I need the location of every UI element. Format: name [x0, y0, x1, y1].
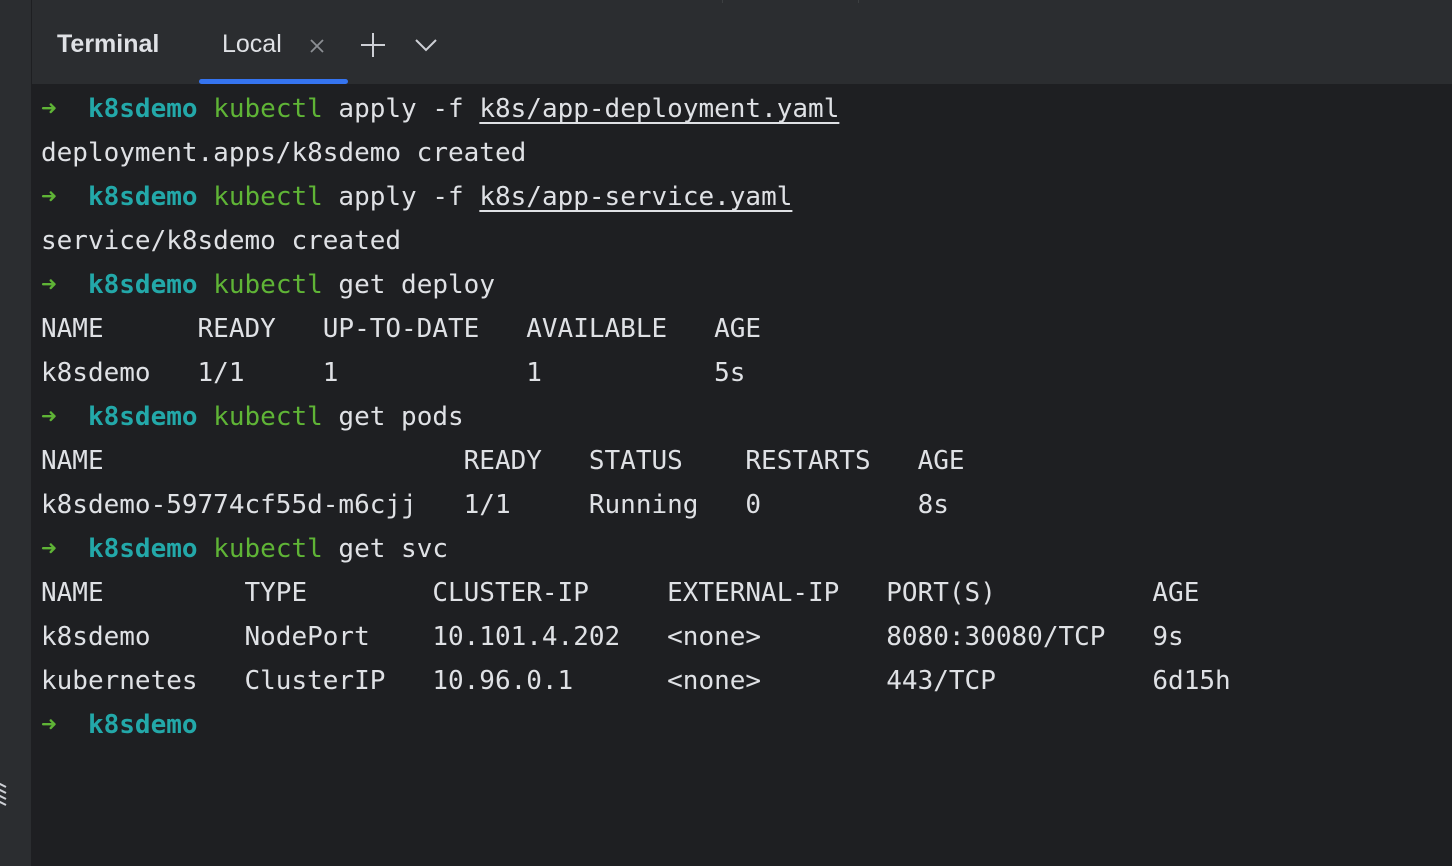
layers-icon[interactable] [0, 776, 12, 808]
prompt-arrow: ➜ [41, 402, 57, 432]
command-name: kubectl [213, 534, 323, 564]
command-name: kubectl [213, 182, 323, 212]
prompt-line: ➜ k8sdemo kubectl apply -f k8s/app-servi… [41, 175, 792, 219]
terminal-toolbar: Terminal Local [32, 3, 1452, 85]
output-line: NAME READY STATUS RESTARTS AGE [41, 446, 965, 476]
prompt-arrow: ➜ [41, 710, 57, 740]
command-args: get svc [322, 534, 449, 564]
prompt-directory: k8sdemo [87, 534, 198, 564]
command-name: kubectl [213, 402, 323, 432]
file-path-link[interactable]: k8s/app-deployment.yaml [479, 94, 839, 124]
prompt-line: ➜ k8sdemo [41, 703, 198, 747]
prompt-directory: k8sdemo [87, 94, 198, 124]
command-args: get deploy [322, 270, 495, 300]
left-tool-rail [0, 0, 32, 866]
terminal-output[interactable]: ➜ k8sdemo kubectl apply -f k8s/app-deplo… [32, 85, 1452, 866]
output-line: NAME TYPE CLUSTER-IP EXTERNAL-IP PORT(S)… [41, 578, 1200, 608]
output-line: deployment.apps/k8sdemo created [41, 138, 527, 168]
tab-local[interactable]: Local [199, 3, 348, 84]
command-name: kubectl [213, 94, 323, 124]
output-line: NAME READY UP-TO-DATE AVAILABLE AGE [41, 314, 762, 344]
file-path-link[interactable]: k8s/app-service.yaml [479, 182, 792, 212]
command-args: apply -f [322, 182, 480, 212]
prompt-arrow: ➜ [41, 270, 57, 300]
output-line: service/k8sdemo created [41, 226, 402, 256]
prompt-directory: k8sdemo [87, 710, 198, 740]
output-line: k8sdemo 1/1 1 1 5s [41, 358, 746, 388]
prompt-directory: k8sdemo [87, 182, 198, 212]
chevron-down-icon[interactable] [412, 31, 440, 59]
prompt-line: ➜ k8sdemo kubectl apply -f k8s/app-deplo… [41, 87, 839, 131]
prompt-directory: k8sdemo [87, 402, 198, 432]
command-name: kubectl [213, 270, 323, 300]
plus-icon[interactable] [359, 31, 387, 59]
close-icon[interactable] [307, 36, 327, 56]
prompt-arrow: ➜ [41, 534, 57, 564]
output-line: k8sdemo NodePort 10.101.4.202 <none> 808… [41, 622, 1184, 652]
tab-label: Local [222, 30, 282, 58]
prompt-line: ➜ k8sdemo kubectl get svc [41, 527, 448, 571]
prompt-arrow: ➜ [41, 94, 57, 124]
active-tab-indicator [199, 79, 348, 84]
ide-window: Terminal Local ➜ k8sdemo kubectl apply -… [0, 0, 1452, 866]
command-args: apply -f [322, 94, 480, 124]
prompt-line: ➜ k8sdemo kubectl get deploy [41, 263, 495, 307]
output-line: kubernetes ClusterIP 10.96.0.1 <none> 44… [41, 666, 1231, 696]
output-line: k8sdemo-59774cf55d-m6cjj 1/1 Running 0 8… [41, 490, 949, 520]
prompt-line: ➜ k8sdemo kubectl get pods [41, 395, 464, 439]
prompt-arrow: ➜ [41, 182, 57, 212]
tool-window-title: Terminal [57, 30, 160, 58]
prompt-directory: k8sdemo [87, 270, 198, 300]
command-args: get pods [322, 402, 464, 432]
